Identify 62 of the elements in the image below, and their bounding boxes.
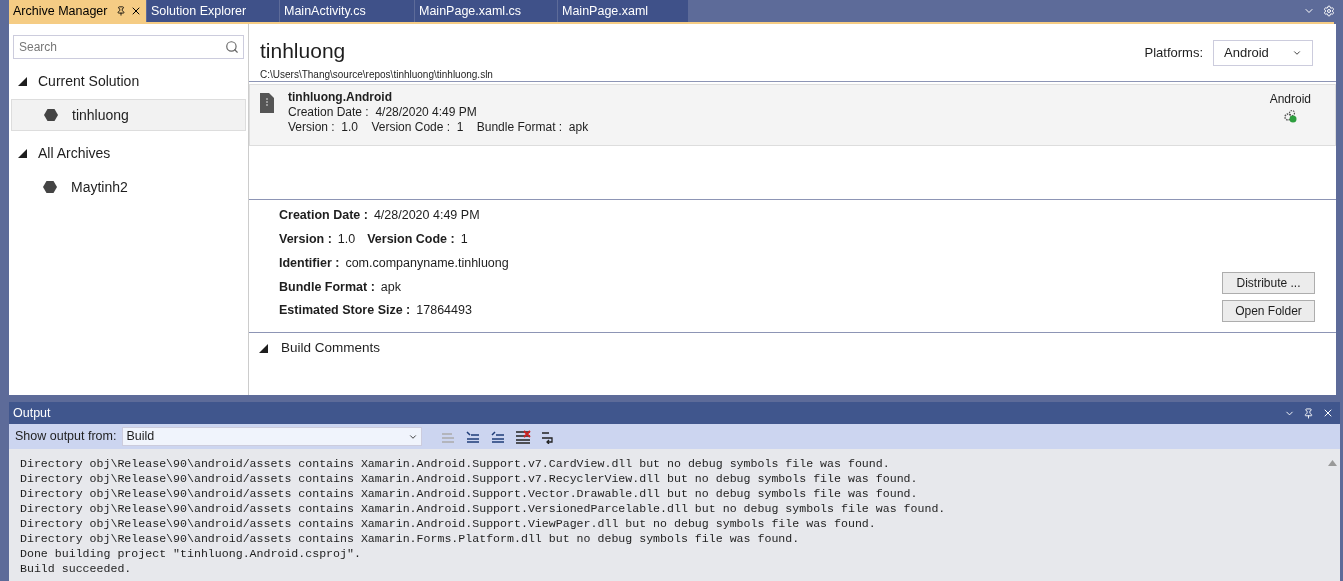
detail-value: 4/28/2020 4:49 PM [373,207,480,225]
collapse-triangle-icon[interactable] [18,76,27,86]
document-tab[interactable]: Archive Manager [9,0,146,22]
output-line: Directory obj\Release\90\android/assets contains Xamarin.Android.Support.v7.CardView.dll but no debug symbols file was found. [20,456,891,471]
group-header[interactable]: All Archives [9,135,248,171]
settings-icon[interactable] [1323,5,1335,17]
detail-value: com.companyname.tinhluong [345,254,509,272]
next-message-icon[interactable] [490,429,507,444]
detail-label: Creation Date : [279,207,368,225]
output-line: Directory obj\Release\90\android/assets contains Xamarin.Android.Support.Vector.Drawable.dll but no debug symbols file was found. [20,486,919,501]
document-tab[interactable]: MainPage.xaml.cs [415,0,557,22]
archive-row[interactable]: tinhluong.Android Creation Date : 4/28/2020 4:49 PM Version : 1.0 Version Code : 1 Bundle Format : apk Android [249,84,1336,146]
detail-label: Identifier : [279,254,340,272]
output-line: Directory obj\Release\90\android/assets contains Xamarin.Android.Support.ViewPager.dll but no debug symbols file was found. [20,516,877,531]
detail-value: 1.0 [337,231,356,248]
detail-label: Version : [279,231,332,248]
detail-label: Version Code : [367,231,455,248]
archive-name: tinhluong.Android [288,90,393,105]
hexagon-icon [44,108,58,122]
detail-value: apk [380,278,401,296]
search-field[interactable]: Search [13,35,244,59]
document-tab[interactable]: Solution Explorer [147,0,279,22]
output-line: Directory obj\Release\90\android/assets contains Xamarin.Android.Support.VersionedParcelable.dll but no debug symbols file was found. [20,501,946,516]
platform-dropdown[interactable]: Android [1213,40,1313,66]
archive-list-item[interactable]: tinhluong [11,99,246,131]
collapse-triangle-icon[interactable] [18,148,27,158]
detail-value: 1 [460,231,468,248]
archive-title: tinhluong [260,38,347,64]
pin-icon[interactable] [1303,407,1314,419]
previous-message-icon[interactable] [465,429,482,444]
show-output-label: Show output from: [15,428,117,446]
archive-platform: Android [1269,91,1311,108]
build-comments-header[interactable]: Build Comments [249,333,1336,363]
output-title: Output [13,404,51,422]
file-icon [260,93,274,113]
output-line: Directory obj\Release\90\android/assets contains Xamarin.Android.Support.v7.RecyclerView.dll but no debug symbols file was found. [20,471,919,486]
detail-value: 17864493 [416,302,472,320]
gears-check-icon [1283,109,1298,123]
document-tab[interactable]: MainPage.xaml [558,0,688,22]
open-folder-button[interactable]: Open Folder [1222,300,1315,322]
collapse-triangle-icon[interactable] [259,343,268,353]
output-source-dropdown[interactable]: Build [122,427,423,446]
distribute-button[interactable]: Distribute ... [1222,272,1315,294]
close-icon[interactable] [1322,407,1334,419]
archive-details: Version : 1.0 Version Code : 1 Bundle Format : apk [288,120,589,135]
output-line: Done building project "tinhluong.Android.csproj". [20,546,362,561]
pin-icon[interactable] [116,6,126,16]
detail-label: Estimated Store Size : [279,302,411,320]
document-tab[interactable]: MainActivity.cs [280,0,414,22]
hexagon-icon [43,180,57,194]
group-header[interactable]: Current Solution [9,63,248,99]
archive-list-item[interactable]: Maytinh2 [11,171,246,203]
solution-path: C:\Users\Thang\source\repos\tinhluong\tinhluong.sln [260,68,493,82]
archive-creation: Creation Date : 4/28/2020 4:49 PM [288,105,478,120]
output-line: Build succeeded. [20,561,133,576]
platforms-label: Platforms: [1144,44,1203,63]
search-icon[interactable] [225,40,239,54]
output-line: Directory obj\Release\90\android/assets contains Xamarin.Forms.Platform.dll but no debug symbols file was found. [20,531,801,546]
detail-label: Bundle Format : [279,278,375,296]
caret-icon [1292,48,1302,58]
clear-all-icon[interactable] [515,429,532,444]
close-icon[interactable] [130,5,142,17]
